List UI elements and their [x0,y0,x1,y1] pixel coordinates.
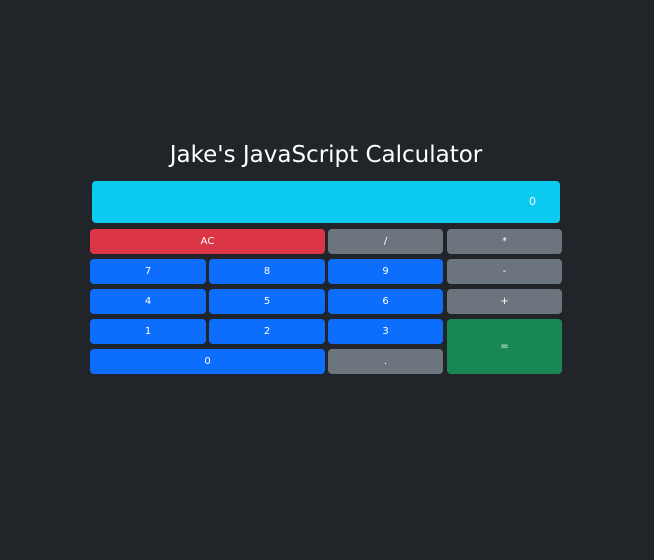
subtract-button[interactable]: - [447,259,562,284]
calculator-display: 0 [92,181,560,223]
divide-button[interactable]: / [328,229,443,254]
equals-button[interactable]: = [447,319,562,374]
digit-2-button[interactable]: 2 [209,319,325,344]
digit-9-button[interactable]: 9 [328,259,443,284]
clear-button[interactable]: AC [90,229,325,254]
calculator-page: Jake's JavaScript Calculator 0 AC / * 7 … [0,0,654,560]
digit-6-button[interactable]: 6 [328,289,443,314]
digit-4-button[interactable]: 4 [90,289,206,314]
digit-0-button[interactable]: 0 [90,349,325,374]
add-button[interactable]: + [447,289,562,314]
multiply-button[interactable]: * [447,229,562,254]
digit-3-button[interactable]: 3 [328,319,443,344]
digit-5-button[interactable]: 5 [209,289,325,314]
digit-8-button[interactable]: 8 [209,259,325,284]
digit-1-button[interactable]: 1 [90,319,206,344]
digit-7-button[interactable]: 7 [90,259,206,284]
decimal-button[interactable]: . [328,349,443,374]
page-title: Jake's JavaScript Calculator [169,142,483,168]
